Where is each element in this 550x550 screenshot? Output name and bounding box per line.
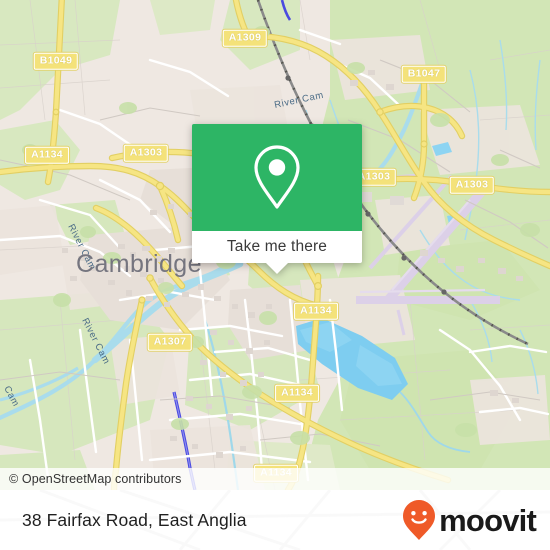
road-shield: A1303 [123, 144, 169, 162]
road-shield: A1307 [147, 333, 193, 351]
callout-action-panel[interactable]: Take me there [192, 231, 362, 274]
map-pin-icon [254, 144, 300, 209]
footer-bar: 38 Fairfax Road, East Anglia moovit [0, 490, 550, 550]
road-shield: A1309 [222, 29, 268, 47]
moovit-wordmark: moovit [439, 502, 537, 538]
road-shield: A1134 [294, 302, 338, 320]
road-shield: B1049 [33, 52, 79, 70]
road-shield: A1303 [449, 176, 495, 194]
address-label: 38 Fairfax Road, East Anglia [22, 509, 247, 530]
callout-icon-panel [192, 124, 362, 231]
osm-attribution: © OpenStreetMap contributors [0, 468, 550, 490]
take-me-there-label: Take me there [226, 238, 328, 255]
road-shield: A1134 [25, 146, 69, 164]
callout-pointer [266, 263, 288, 274]
moovit-logo[interactable]: moovit [402, 499, 537, 541]
city-label-cambridge: Cambridge [76, 250, 202, 278]
destination-callout-card[interactable]: Take me there [192, 124, 362, 274]
road-shield: B1047 [401, 65, 447, 83]
moovit-pin-icon [403, 500, 436, 540]
road-shield: A1134 [275, 384, 319, 402]
moovit-map-page: River Cam River Cam Cam River Cam Cambri… [0, 0, 550, 550]
